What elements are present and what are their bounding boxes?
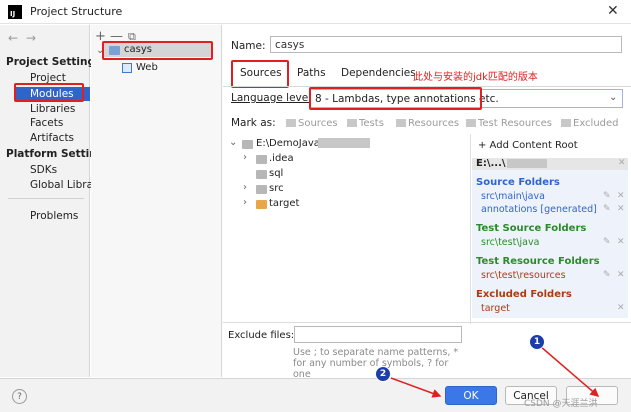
tab-dependencies[interactable]: Dependencies	[341, 67, 416, 79]
mark-excluded-button[interactable]: Excluded	[561, 118, 619, 129]
close-icon[interactable]: ✕	[607, 3, 619, 19]
tree-item-src[interactable]: src	[269, 183, 284, 194]
source-folder-item[interactable]: src\main\java	[481, 191, 545, 202]
edit-icon[interactable]: ✎	[603, 204, 611, 214]
edit-icon[interactable]: ✎	[603, 191, 611, 201]
chevron-right-icon[interactable]: ›	[243, 152, 247, 163]
test-resources-folder-icon	[466, 119, 476, 127]
edit-icon[interactable]: ✎	[603, 237, 611, 247]
remove-icon[interactable]: ✕	[617, 237, 625, 247]
nav-item-libraries[interactable]: Libraries	[30, 103, 75, 115]
redacted-path-block	[507, 159, 547, 168]
tree-root-path[interactable]: E:\DemoJava\	[256, 138, 323, 149]
remove-icon[interactable]: ✕	[617, 270, 625, 280]
mark-as-label: Mark as:	[231, 117, 276, 129]
watermark: CSDN @天涯兰洪	[524, 399, 598, 409]
help-icon[interactable]: ?	[12, 389, 27, 404]
web-facet-icon	[122, 63, 132, 73]
module-highlight-box	[102, 41, 213, 60]
nav-item-artifacts[interactable]: Artifacts	[30, 132, 74, 144]
remove-icon[interactable]: ✕	[617, 191, 625, 201]
back-arrow-icon[interactable]: ←	[8, 31, 18, 45]
project-settings-header: Project Settings	[6, 56, 102, 68]
source-folders-header: Source Folders	[476, 177, 560, 188]
tree-item-target[interactable]: target	[269, 198, 299, 209]
tab-paths[interactable]: Paths	[297, 67, 326, 79]
exclude-divider	[223, 322, 631, 323]
excluded-folders-header: Excluded Folders	[476, 289, 572, 300]
folder-icon	[256, 155, 267, 164]
exclude-files-label: Exclude files:	[228, 330, 295, 341]
mark-sources-button[interactable]: Sources	[286, 118, 338, 129]
mark-tests-button[interactable]: Tests	[347, 118, 384, 129]
ok-button[interactable]: OK	[445, 386, 497, 405]
test-source-folder-item[interactable]: src\test\java	[481, 237, 539, 248]
tests-folder-icon	[347, 119, 357, 127]
facet-web[interactable]: Web	[136, 62, 158, 73]
modules-pane	[91, 25, 222, 377]
mark-resources-button[interactable]: Resources	[396, 118, 459, 129]
remove-icon[interactable]: ✕	[617, 204, 625, 214]
remove-root-icon[interactable]: ✕	[618, 158, 626, 168]
chevron-right-icon[interactable]: ›	[243, 182, 247, 193]
remove-icon[interactable]: ✕	[617, 303, 625, 313]
chevron-right-icon[interactable]: ›	[243, 197, 247, 208]
intellij-icon: IJ	[8, 5, 22, 19]
nav-item-problems[interactable]: Problems	[30, 210, 78, 222]
folder-icon	[256, 170, 267, 179]
exclude-files-input[interactable]	[294, 326, 462, 343]
nav-item-global-libraries[interactable]: Global Librar	[30, 179, 97, 191]
sources-folder-icon	[286, 119, 296, 127]
jdk-annotation: 此处与安装的jdk匹配的版本	[413, 72, 538, 83]
name-label: Name:	[231, 40, 266, 52]
modules-highlight-box	[14, 83, 84, 102]
mark-test-resources-button[interactable]: Test Resources	[466, 118, 552, 129]
source-folder-item[interactable]: annotations [generated]	[481, 204, 597, 215]
sources-tab-highlight-box	[231, 60, 289, 88]
excluded-folder-icon	[256, 200, 267, 209]
forward-arrow-icon[interactable]: →	[26, 31, 36, 45]
tree-item-idea[interactable]: .idea	[269, 153, 294, 164]
module-name-input[interactable]	[270, 36, 622, 53]
excluded-folder-item[interactable]: target	[481, 303, 510, 314]
nav-divider	[8, 198, 84, 199]
window-title: Project Structure	[30, 5, 123, 18]
test-resource-folders-header: Test Resource Folders	[476, 256, 600, 267]
chevron-down-icon[interactable]: ⌄	[609, 92, 617, 103]
content-root-path: E:\...\	[476, 158, 506, 169]
test-resource-folder-item[interactable]: src\test\resources	[481, 270, 566, 281]
folder-icon	[242, 140, 253, 149]
nav-item-sdks[interactable]: SDKs	[30, 164, 57, 176]
step-badge-1: 1	[529, 334, 545, 350]
language-level-label: Language level:	[231, 92, 315, 104]
edit-icon[interactable]: ✎	[603, 270, 611, 280]
chevron-down-icon[interactable]: ⌄	[229, 137, 237, 148]
step-badge-2: 2	[375, 366, 391, 382]
folder-icon	[256, 185, 267, 194]
language-level-highlight-box	[309, 87, 482, 110]
add-content-root-button[interactable]: + Add Content Root	[478, 140, 578, 151]
test-source-folders-header: Test Source Folders	[476, 223, 587, 234]
redacted-path-block	[318, 138, 370, 148]
tree-item-sql[interactable]: sql	[269, 168, 283, 179]
nav-item-facets[interactable]: Facets	[30, 117, 63, 129]
resources-folder-icon	[396, 119, 406, 127]
excluded-folder-icon	[561, 119, 571, 127]
